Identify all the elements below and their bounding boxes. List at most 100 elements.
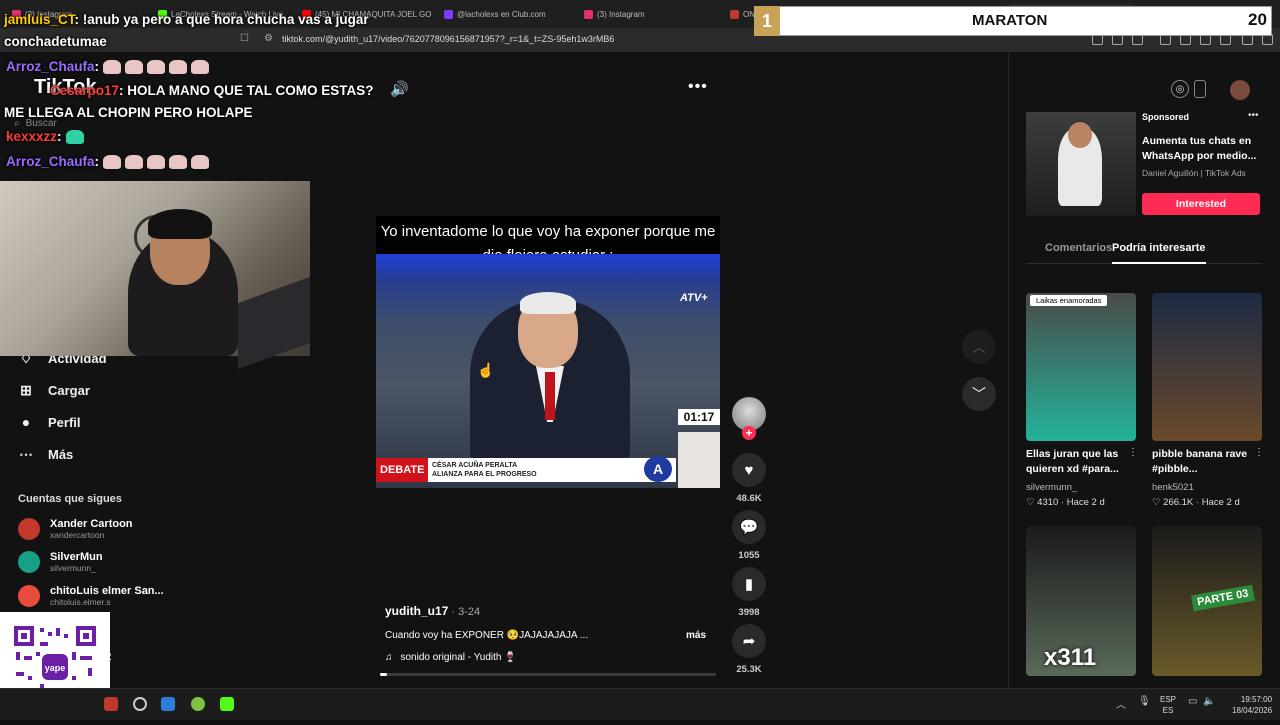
video-card-title[interactable]: Ellas juran que las quieren xd #para... bbox=[1026, 447, 1126, 477]
following-title: Cuentas que sigues bbox=[18, 493, 122, 505]
taskbar-app-icon[interactable] bbox=[104, 697, 118, 711]
comment-button[interactable]: 💬 1055 bbox=[732, 510, 766, 561]
ad-person-head bbox=[1068, 122, 1092, 148]
following-account[interactable]: chitoLuis elmer San... chitoluis.elmer.s bbox=[18, 585, 164, 607]
chat-text: : bbox=[57, 129, 62, 144]
compass-icon[interactable]: ◎ bbox=[1171, 80, 1189, 98]
chat-emote-icon bbox=[147, 155, 166, 170]
chat-text: conchadetumae bbox=[4, 34, 107, 49]
user-avatar[interactable] bbox=[1230, 80, 1250, 100]
system-clock[interactable]: 19:57:00 18/04/2026 bbox=[1232, 694, 1272, 716]
marathon-count: 20 bbox=[1248, 10, 1267, 29]
taskbar-app-icon[interactable] bbox=[161, 697, 175, 711]
browser-tab[interactable]: (3) Instagram bbox=[578, 4, 720, 24]
video-card-author[interactable]: silvermunn_ bbox=[1026, 482, 1077, 493]
tab-label: @lacholexs en Club.com bbox=[457, 9, 546, 19]
webcam-streamer-hair bbox=[148, 209, 212, 239]
like-button[interactable]: ♥ 48.6K bbox=[732, 453, 766, 504]
svg-text:yape: yape bbox=[45, 663, 66, 673]
follow-plus-icon[interactable]: + bbox=[742, 426, 756, 440]
browser-tab[interactable]: @lacholexs en Club.com bbox=[438, 4, 574, 24]
video-card-thumbnail[interactable]: x311 bbox=[1026, 526, 1136, 676]
nav-label: Perfil bbox=[48, 414, 81, 430]
language-indicator[interactable]: ESP ES bbox=[1160, 694, 1176, 716]
thumbnail-label: x311 bbox=[1044, 644, 1097, 671]
chat-text: ME LLEGA AL CHOPIN PERO HOLAPE bbox=[4, 105, 253, 120]
video-speaker-tie bbox=[545, 372, 555, 420]
next-video-button[interactable]: ﹀ bbox=[962, 377, 996, 411]
chat-username: Arroz_Chaufa bbox=[6, 59, 95, 74]
bookmark-icon: ▮ bbox=[732, 567, 766, 601]
previous-video-button[interactable]: ︿ bbox=[962, 330, 996, 364]
chat-text: : bbox=[94, 59, 100, 74]
marathon-rank: 1 bbox=[754, 6, 780, 36]
ad-title[interactable]: Aumenta tus chats en WhatsApp por medio.… bbox=[1142, 134, 1262, 164]
taskbar-app-icon[interactable] bbox=[191, 697, 205, 711]
tab-favicon-icon bbox=[444, 9, 453, 19]
music-info[interactable]: ♫ sonido original - Yudith 🍷 bbox=[385, 652, 517, 663]
speaker-icon[interactable]: 🔈 bbox=[1203, 696, 1215, 707]
taskbar-app-icon[interactable] bbox=[133, 697, 147, 711]
comment-icon: 💬 bbox=[732, 510, 766, 544]
video-card-title[interactable]: pibble banana rave #pibble... bbox=[1152, 447, 1252, 477]
account-name: Xander Cartoon bbox=[50, 518, 133, 530]
chat-username: Arroz_Chaufa bbox=[6, 154, 95, 169]
video-card-thumbnail[interactable]: Laikas enamoradas bbox=[1026, 293, 1136, 441]
avatar-icon: ● bbox=[21, 414, 31, 430]
url-text[interactable]: tiktok.com/@yudith_u17/video/76207780961… bbox=[282, 34, 614, 44]
network-icon[interactable]: ▭ bbox=[1188, 696, 1197, 707]
tab-favicon-icon bbox=[584, 9, 593, 19]
kick-app-icon[interactable] bbox=[220, 697, 234, 711]
nav-item-más[interactable]: ⋯ Más bbox=[18, 446, 73, 462]
chat-username: jamluis_CT bbox=[4, 12, 75, 27]
following-account[interactable]: SilverMun silvermunn_ bbox=[18, 551, 103, 573]
microphone-icon[interactable]: 🎙 bbox=[1138, 696, 1151, 707]
debate-tag: DEBATE bbox=[376, 458, 428, 482]
chat-message: jamluis_CT: !anub ya pero a que hora chu… bbox=[4, 12, 369, 27]
chat-emote-icon bbox=[103, 60, 122, 75]
card-more-icon[interactable]: ⋮ bbox=[1254, 447, 1264, 458]
keyboard-layout: ES bbox=[1162, 706, 1174, 715]
tv-channel-logo: ATV+ bbox=[680, 292, 708, 304]
account-name: SilverMun bbox=[50, 551, 103, 563]
tray-chevron-icon[interactable]: ︿ bbox=[1116, 696, 1126, 711]
bookmark-icon[interactable]: ☐ bbox=[240, 33, 249, 44]
nav-item-cargar[interactable]: ⊞ Cargar bbox=[18, 382, 90, 398]
chat-message: conchadetumae bbox=[4, 34, 107, 49]
volume-icon[interactable]: 🔊 bbox=[390, 80, 409, 98]
video-author[interactable]: yudith_u17 · 3-24 bbox=[385, 604, 480, 618]
chat-text: : !anub ya pero a que hora chucha vas a … bbox=[74, 12, 369, 27]
video-card-thumbnail[interactable] bbox=[1152, 293, 1262, 441]
site-info-icon[interactable]: ⚙ bbox=[264, 33, 273, 44]
share-button[interactable]: ➦ 25.3K bbox=[732, 624, 766, 675]
marathon-title: MARATON bbox=[972, 12, 1048, 29]
account-handle: chitoluis.elmer.s bbox=[50, 597, 111, 607]
video-progress-bar[interactable] bbox=[380, 673, 716, 676]
mouse-cursor-icon: ☝ bbox=[477, 362, 495, 378]
account-avatar bbox=[18, 518, 40, 540]
party-logo: A bbox=[644, 456, 672, 482]
video-card-author[interactable]: henk5021 bbox=[1152, 482, 1194, 493]
account-avatar bbox=[18, 585, 40, 607]
clock-time: 19:57:00 bbox=[1240, 695, 1273, 704]
phone-icon[interactable] bbox=[1194, 80, 1206, 98]
following-account[interactable]: Xander Cartoon xandercartoon bbox=[18, 518, 133, 540]
video-card-stats: ♡ 266.1K · Hace 2 d bbox=[1152, 497, 1240, 508]
author-handle[interactable]: yudith_u17 bbox=[385, 604, 448, 618]
tab-suggested[interactable]: Podría interesarte bbox=[1112, 242, 1206, 254]
video-description: Cuando voy ha EXPONER 🥺JAJAJAJAJA ... bbox=[385, 630, 589, 641]
chat-emote-icon bbox=[147, 60, 166, 75]
save-button[interactable]: ▮ 3998 bbox=[732, 567, 766, 618]
interested-button[interactable]: Interested bbox=[1142, 193, 1260, 215]
tab-comments[interactable]: Comentarios bbox=[1045, 242, 1112, 254]
share-count: 25.3K bbox=[736, 664, 762, 675]
ad-more-icon[interactable]: ••• bbox=[1248, 110, 1259, 121]
save-count: 3998 bbox=[738, 607, 760, 618]
video-card-thumbnail[interactable]: PARTE 03 bbox=[1152, 526, 1262, 676]
thumbnail-label: Laikas enamoradas bbox=[1030, 295, 1108, 306]
post-date: · 3-24 bbox=[448, 606, 481, 618]
nav-item-perfil[interactable]: ● Perfil bbox=[18, 414, 81, 430]
card-more-icon[interactable]: ⋮ bbox=[1128, 447, 1138, 458]
more-options-icon[interactable]: ••• bbox=[688, 78, 708, 96]
description-more-link[interactable]: más bbox=[686, 630, 706, 641]
